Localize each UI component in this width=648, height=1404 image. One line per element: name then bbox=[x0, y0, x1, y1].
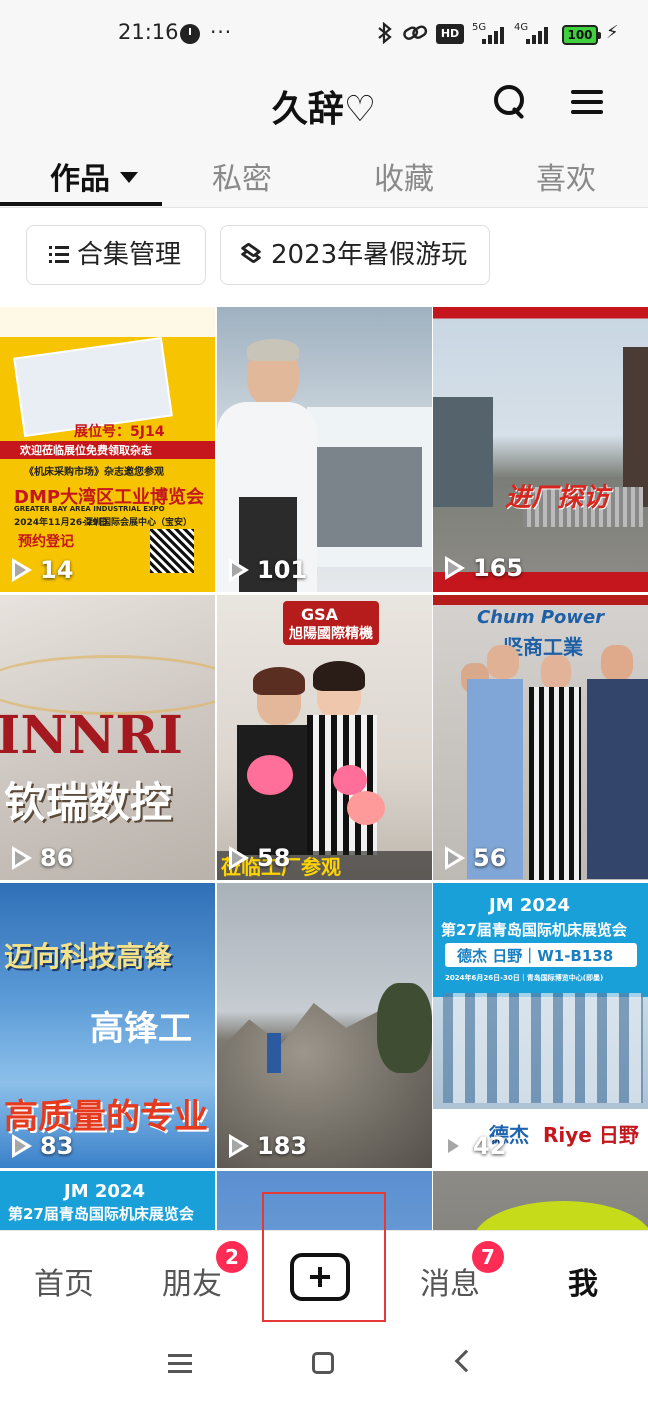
nav-messages-label: 消息 bbox=[420, 1267, 480, 1302]
view-count: 86 bbox=[12, 844, 73, 872]
play-icon bbox=[445, 556, 465, 580]
battery-level: 100 bbox=[567, 28, 593, 42]
system-nav-bar bbox=[0, 1326, 648, 1404]
collection-summer-2023-label: 2023年暑假游玩 bbox=[271, 240, 468, 270]
manage-collections-label: 合集管理 bbox=[77, 240, 182, 270]
signal-5g-icon bbox=[482, 26, 508, 44]
tile-text: 第27届青岛国际机床展览会 bbox=[8, 1205, 194, 1223]
play-icon bbox=[229, 846, 249, 870]
home-icon[interactable] bbox=[312, 1352, 334, 1374]
play-icon bbox=[12, 1134, 32, 1158]
video-tile[interactable] bbox=[433, 1171, 648, 1231]
video-tile[interactable]: 101 bbox=[217, 307, 432, 592]
charging-icon: ⚡ bbox=[606, 22, 619, 43]
video-tile[interactable]: JM 2024 第27届青岛国际机床展览会 bbox=[0, 1171, 215, 1231]
tile-text: Riye 日野 bbox=[543, 1123, 639, 1147]
battery-icon: 100 bbox=[562, 25, 601, 45]
tile-text: 2024年6月26日-30日｜青岛国际博览中心(即墨) bbox=[445, 974, 604, 982]
tile-text: 进厂探访 bbox=[505, 483, 610, 513]
menu-icon[interactable] bbox=[563, 78, 611, 126]
layers-icon bbox=[240, 242, 263, 267]
play-icon bbox=[12, 558, 32, 582]
profile-tabs: 作品 私密 收藏 喜欢 bbox=[0, 136, 648, 208]
tile-text: GSA bbox=[301, 605, 339, 624]
tile-text: JM 2024 bbox=[64, 1181, 145, 1202]
tile-text: JM 2024 bbox=[489, 895, 570, 916]
video-tile[interactable]: 迈向科技高锋 高锋工 高质量的专业 83 bbox=[0, 883, 215, 1168]
video-tile[interactable]: Chum Power 坚商工業 56 bbox=[433, 595, 648, 880]
signal-4g-icon bbox=[526, 26, 552, 44]
view-count: 58 bbox=[229, 844, 290, 872]
link-icon bbox=[402, 22, 428, 49]
video-tile[interactable]: JM 2024 第27届青岛国际机床展览会 德杰 日野｜W1-B138 2024… bbox=[433, 883, 648, 1168]
nav-friends-label: 朋友 bbox=[162, 1267, 222, 1302]
nav-me[interactable]: 我 bbox=[568, 1259, 598, 1303]
tile-text: 展位号：5J14 bbox=[74, 424, 165, 440]
play-icon bbox=[12, 846, 32, 870]
play-icon bbox=[229, 1134, 249, 1158]
tile-text: 迈向科技高锋 bbox=[4, 940, 173, 973]
video-grid: 展位号：5J14 欢迎莅临展位免费领取杂志 《机床采购市场》杂志邀您参观 DMP… bbox=[0, 307, 648, 1231]
video-tile[interactable]: 展位号：5J14 欢迎莅临展位免费领取杂志 《机床采购市场》杂志邀您参观 DMP… bbox=[0, 307, 215, 592]
recent-apps-icon[interactable] bbox=[168, 1352, 194, 1374]
view-count: 83 bbox=[12, 1132, 73, 1160]
manage-collections-button[interactable]: 合集管理 bbox=[26, 225, 206, 285]
highlight-box bbox=[262, 1192, 386, 1322]
collection-chips: 合集管理 2023年暑假游玩 bbox=[0, 208, 648, 308]
nav-home[interactable]: 首页 bbox=[34, 1259, 94, 1303]
tab-works-label: 作品 bbox=[50, 162, 110, 197]
collection-summer-2023-button[interactable]: 2023年暑假游玩 bbox=[220, 225, 490, 285]
messages-badge: 7 bbox=[472, 1241, 504, 1273]
tile-text: 高质量的专业 bbox=[4, 1097, 208, 1137]
view-count: 183 bbox=[229, 1132, 307, 1160]
video-tile[interactable]: 进厂探访 165 bbox=[433, 307, 648, 592]
hd-voice-icon: HD bbox=[436, 24, 464, 44]
bluetooth-icon bbox=[376, 21, 394, 49]
tab-favorites[interactable]: 收藏 bbox=[374, 154, 434, 197]
tile-text: 预约登记 bbox=[18, 534, 74, 550]
caret-down-icon bbox=[120, 172, 138, 183]
list-icon bbox=[49, 244, 69, 264]
nav-messages[interactable]: 消息 7 bbox=[420, 1241, 504, 1303]
tile-text: 德杰 日野｜W1-B138 bbox=[457, 947, 614, 965]
profile-name: 久辞♡ bbox=[271, 89, 377, 130]
video-tile[interactable]: 183 bbox=[217, 883, 432, 1168]
active-tab-indicator bbox=[0, 202, 162, 206]
video-tile[interactable]: GSA 旭陽國際精機 莅临工厂参观 58 bbox=[217, 595, 432, 880]
play-icon bbox=[445, 1134, 465, 1158]
video-tile[interactable]: INNRI 钦瑞数控 86 bbox=[0, 595, 215, 880]
tile-text: 高锋工 bbox=[90, 1009, 192, 1049]
view-count: 101 bbox=[229, 556, 307, 584]
more-notifications-icon: ··· bbox=[210, 20, 233, 44]
view-count: 14 bbox=[12, 556, 73, 584]
clock-icon bbox=[180, 24, 200, 44]
tile-text: 第27届青岛国际机床展览会 bbox=[441, 921, 627, 939]
tile-text: 欢迎莅临展位免费领取杂志 bbox=[20, 444, 152, 457]
tab-likes[interactable]: 喜欢 bbox=[536, 154, 596, 197]
view-count: 165 bbox=[445, 554, 523, 582]
view-count: 56 bbox=[445, 844, 506, 872]
status-bar: 21:16 ··· HD 5G 4G 100 ⚡ bbox=[0, 0, 648, 68]
tile-text: 钦瑞数控 bbox=[4, 778, 173, 827]
tile-text: INNRI bbox=[0, 705, 183, 766]
tab-works[interactable]: 作品 bbox=[50, 154, 138, 197]
back-icon[interactable] bbox=[454, 1349, 478, 1373]
tile-text: GREATER BAY AREA INDUSTRIAL EXPO bbox=[14, 505, 165, 513]
tile-text: 《机床采购市场》杂志邀您参观 bbox=[24, 467, 164, 478]
search-icon[interactable] bbox=[486, 78, 534, 126]
qr-code bbox=[150, 529, 194, 573]
tile-text: 旭陽國際精機 bbox=[289, 626, 373, 642]
view-count: 42 bbox=[445, 1132, 506, 1160]
tile-text: Chum Power bbox=[477, 607, 605, 628]
status-time: 21:16 bbox=[118, 20, 179, 44]
play-icon bbox=[229, 558, 249, 582]
tab-private[interactable]: 私密 bbox=[212, 154, 272, 197]
nav-friends[interactable]: 朋友 2 bbox=[162, 1241, 248, 1303]
play-icon bbox=[445, 846, 465, 870]
tile-text: 深圳国际会展中心（宝安） bbox=[84, 518, 193, 528]
friends-badge: 2 bbox=[216, 1241, 248, 1273]
profile-header: 久辞♡ bbox=[0, 68, 648, 136]
